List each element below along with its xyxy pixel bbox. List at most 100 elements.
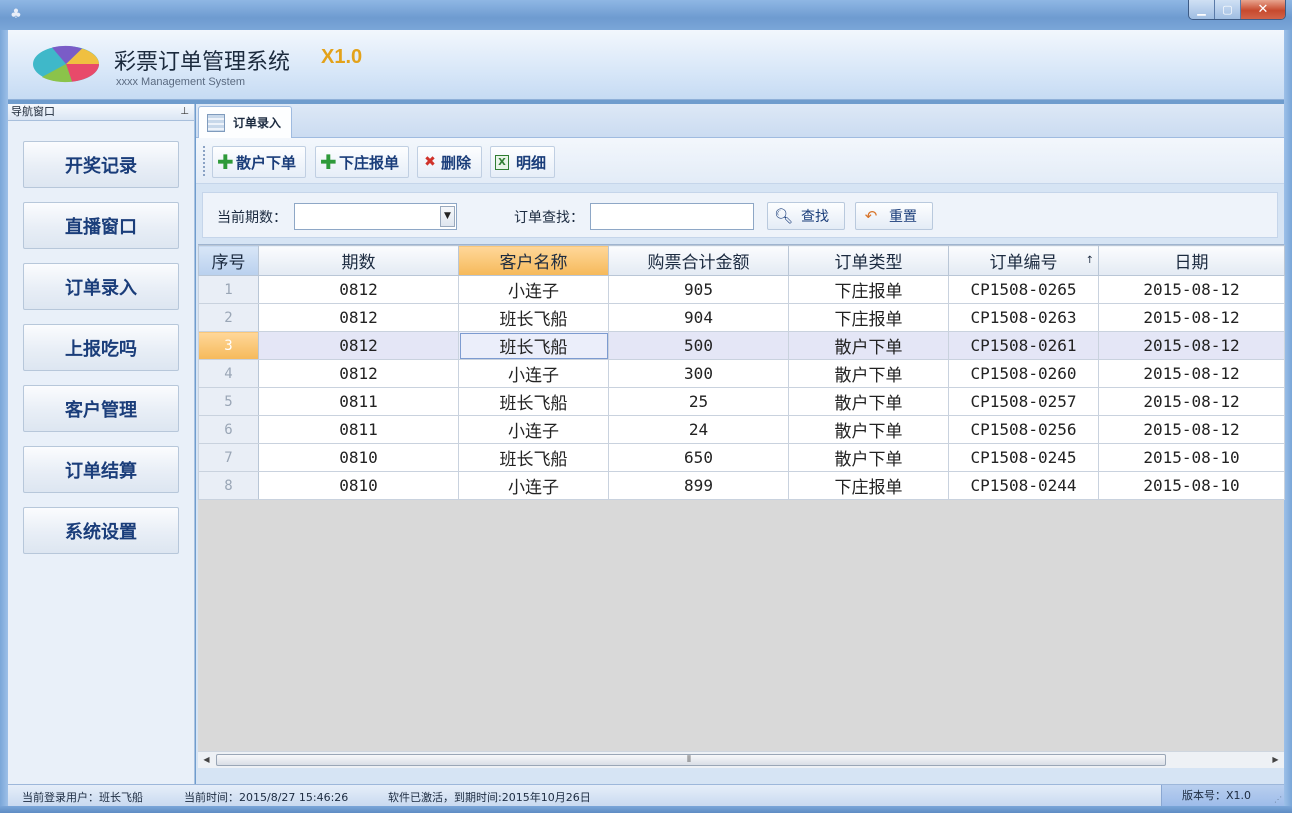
delete-button[interactable]: ✖ 删除 — [417, 146, 482, 178]
cell-date[interactable]: 2015-08-12 — [1098, 387, 1285, 416]
column-header-period[interactable]: 期数 — [258, 245, 459, 276]
cell-amount[interactable]: 650 — [608, 443, 789, 472]
nav-button-order-settlement[interactable]: 订单结算 — [23, 446, 179, 493]
cell-order-id[interactable]: CP1508-0257 — [948, 387, 1099, 416]
cell-amount[interactable]: 904 — [608, 303, 789, 332]
cell-customer[interactable]: 班长飞船 — [458, 331, 609, 360]
horizontal-scrollbar[interactable]: ◀ ⦀ ▶ — [198, 751, 1284, 768]
cell-customer[interactable]: 班长飞船 — [458, 387, 609, 416]
column-header-date[interactable]: 日期 — [1098, 245, 1285, 276]
cell-amount[interactable]: 899 — [608, 471, 789, 500]
scroll-left-icon[interactable]: ◀ — [198, 752, 215, 768]
cell-amount[interactable]: 25 — [608, 387, 789, 416]
cell-period[interactable]: 0811 — [258, 387, 459, 416]
cell-customer[interactable]: 班长飞船 — [458, 303, 609, 332]
row-number[interactable]: 6 — [198, 415, 259, 444]
cell-type[interactable]: 下庄报单 — [788, 471, 949, 500]
cell-type[interactable]: 下庄报单 — [788, 275, 949, 304]
cell-order-id[interactable]: CP1508-0256 — [948, 415, 1099, 444]
nav-button-lottery-records[interactable]: 开奖记录 — [23, 141, 179, 188]
detail-button[interactable]: X 明细 — [490, 146, 555, 178]
cell-date[interactable]: 2015-08-10 — [1098, 471, 1285, 500]
row-number[interactable]: 8 — [198, 471, 259, 500]
table-row[interactable]: 3 0812 班长飞船 500 散户下单 CP1508-0261 2015-08-12 — [198, 331, 1285, 360]
minimize-button[interactable]: ▁ — [1189, 0, 1215, 19]
toolbar-grip[interactable] — [203, 146, 206, 176]
cell-amount[interactable]: 500 — [608, 331, 789, 360]
table-row[interactable]: 4 0812 小连子 300 散户下单 CP1508-0260 2015-08-12 — [198, 359, 1285, 388]
row-number[interactable]: 1 — [198, 275, 259, 304]
close-button[interactable]: ✕ — [1241, 0, 1285, 19]
period-select[interactable]: ▼ — [294, 203, 457, 230]
find-button[interactable]: 🔍︎ 查找 — [767, 202, 845, 230]
cell-customer[interactable]: 小连子 — [458, 471, 609, 500]
cell-type[interactable]: 散户下单 — [788, 443, 949, 472]
cell-date[interactable]: 2015-08-12 — [1098, 331, 1285, 360]
retail-order-button[interactable]: ✚ 散户下单 — [212, 146, 306, 178]
pin-icon[interactable]: ⊥ — [180, 104, 189, 120]
cell-date[interactable]: 2015-08-12 — [1098, 303, 1285, 332]
row-number[interactable]: 5 — [198, 387, 259, 416]
column-header-amount[interactable]: 购票合计金额 — [608, 245, 789, 276]
cell-customer[interactable]: 小连子 — [458, 415, 609, 444]
cell-order-id[interactable]: CP1508-0260 — [948, 359, 1099, 388]
table-row[interactable]: 2 0812 班长飞船 904 下庄报单 CP1508-0263 2015-08-12 — [198, 303, 1285, 332]
row-number[interactable]: 4 — [198, 359, 259, 388]
table-row[interactable]: 1 0812 小连子 905 下庄报单 CP1508-0265 2015-08-12 — [198, 275, 1285, 304]
cell-order-id[interactable]: CP1508-0261 — [948, 331, 1099, 360]
cell-type[interactable]: 散户下单 — [788, 415, 949, 444]
cell-amount[interactable]: 905 — [608, 275, 789, 304]
cell-type[interactable]: 散户下单 — [788, 359, 949, 388]
cell-order-id[interactable]: CP1508-0263 — [948, 303, 1099, 332]
nav-button-live-window[interactable]: 直播窗口 — [23, 202, 179, 249]
column-header-customer[interactable]: 客户名称 — [458, 245, 609, 276]
column-header-type[interactable]: 订单类型 — [788, 245, 949, 276]
dealer-report-button[interactable]: ✚ 下庄报单 — [315, 146, 409, 178]
cell-date[interactable]: 2015-08-12 — [1098, 415, 1285, 444]
maximize-button[interactable]: ▢ — [1215, 0, 1241, 19]
table-row[interactable]: 8 0810 小连子 899 下庄报单 CP1508-0244 2015-08-10 — [198, 471, 1285, 500]
tab-order-entry[interactable]: 订单录入 — [198, 106, 292, 138]
nav-button-customer-management[interactable]: 客户管理 — [23, 385, 179, 432]
dropdown-arrow-icon[interactable]: ▼ — [440, 206, 455, 227]
cell-period[interactable]: 0810 — [258, 471, 459, 500]
column-header-order-id[interactable]: 订单编号 ↑ — [948, 245, 1099, 276]
cell-order-id[interactable]: CP1508-0245 — [948, 443, 1099, 472]
order-search-input[interactable] — [590, 203, 754, 230]
cell-type[interactable]: 散户下单 — [788, 331, 949, 360]
scroll-right-icon[interactable]: ▶ — [1267, 752, 1284, 768]
cell-date[interactable]: 2015-08-12 — [1098, 359, 1285, 388]
cell-order-id[interactable]: CP1508-0244 — [948, 471, 1099, 500]
table-row[interactable]: 7 0810 班长飞船 650 散户下单 CP1508-0245 2015-08-10 — [198, 443, 1285, 472]
reset-button[interactable]: ↶ 重置 — [855, 202, 933, 230]
cell-date[interactable]: 2015-08-12 — [1098, 275, 1285, 304]
cell-period[interactable]: 0810 — [258, 443, 459, 472]
cell-type[interactable]: 下庄报单 — [788, 303, 949, 332]
cell-type[interactable]: 散户下单 — [788, 387, 949, 416]
cell-date[interactable]: 2015-08-10 — [1098, 443, 1285, 472]
row-number[interactable]: 7 — [198, 443, 259, 472]
cell-period[interactable]: 0812 — [258, 275, 459, 304]
cell-order-id[interactable]: CP1508-0265 — [948, 275, 1099, 304]
cell-period[interactable]: 0812 — [258, 331, 459, 360]
resize-grip-icon[interactable]: ⋰ — [1274, 795, 1282, 804]
cell-customer[interactable]: 小连子 — [458, 275, 609, 304]
column-header-index[interactable]: 序号 — [198, 245, 259, 276]
window-titlebar[interactable]: ♣ ▁ ▢ ✕ — [0, 0, 1292, 30]
table-row[interactable]: 6 0811 小连子 24 散户下单 CP1508-0256 2015-08-12 — [198, 415, 1285, 444]
table-row[interactable]: 5 0811 班长飞船 25 散户下单 CP1508-0257 2015-08-12 — [198, 387, 1285, 416]
cell-customer[interactable]: 小连子 — [458, 359, 609, 388]
cell-customer[interactable]: 班长飞船 — [458, 443, 609, 472]
cell-period[interactable]: 0812 — [258, 359, 459, 388]
cell-period[interactable]: 0812 — [258, 303, 459, 332]
nav-button-order-entry[interactable]: 订单录入 — [23, 263, 179, 310]
scrollbar-thumb[interactable]: ⦀ — [216, 754, 1166, 766]
cell-amount[interactable]: 300 — [608, 359, 789, 388]
row-number[interactable]: 2 — [198, 303, 259, 332]
cell-amount[interactable]: 24 — [608, 415, 789, 444]
row-number[interactable]: 3 — [198, 331, 259, 360]
nav-button-system-settings[interactable]: 系统设置 — [23, 507, 179, 554]
cell-period[interactable]: 0811 — [258, 415, 459, 444]
orders-grid[interactable]: 序号 期数 客户名称 购票合计金额 订单类型 订单编号 ↑ 日期 1 0812 小连… — [198, 244, 1285, 768]
nav-button-report[interactable]: 上报吃吗 — [23, 324, 179, 371]
